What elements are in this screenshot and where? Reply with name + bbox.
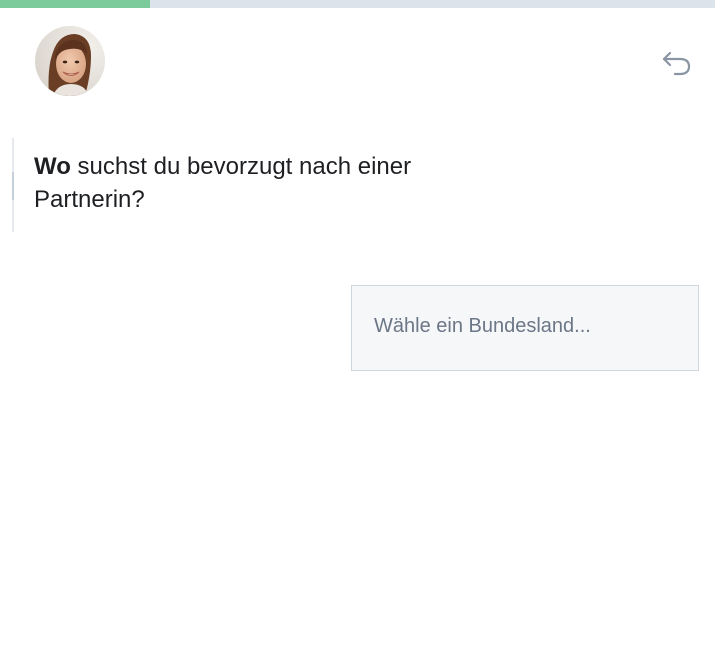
- avatar: [35, 26, 105, 96]
- state-select[interactable]: Wähle ein Bundesland...: [351, 285, 699, 371]
- progress-bar-fill: [0, 0, 151, 8]
- question-bubble-accent: [12, 172, 14, 200]
- undo-arrow-icon: [662, 51, 691, 76]
- back-button[interactable]: [660, 45, 694, 79]
- progress-bar: [0, 0, 715, 8]
- woman-portrait-avatar-icon: [35, 26, 105, 96]
- state-select-placeholder: Wähle ein Bundesland...: [374, 315, 591, 337]
- question-text: Wo suchst du bevorzugt nach einer Partne…: [34, 150, 474, 216]
- question-rest: suchst du bevorzugt nach einer Partnerin…: [34, 153, 412, 213]
- question-bold-word: Wo: [34, 153, 71, 180]
